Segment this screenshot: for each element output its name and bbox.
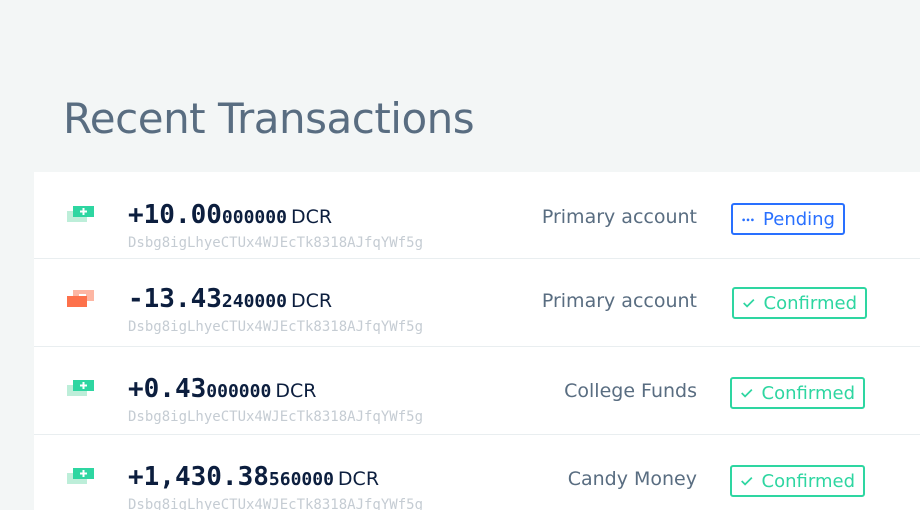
transaction-account: Primary account [541,206,697,228]
status-label: Confirmed [761,382,855,404]
transaction-row[interactable]: +1,430.38560000 DCR Dsbg8igLhyeCTUx4WJEcT… [34,434,920,510]
transaction-amount: +10.00000000 DCR [128,200,333,230]
sent-icon [67,290,94,307]
transaction-address: Dsbg8igLhyeCTUx4WJEcTk8318AJfqYWf5g [128,497,424,510]
received-icon [67,468,94,484]
received-icon [67,206,94,222]
transaction-address: Dsbg8igLhyeCTUx4WJEcTk8318AJfqYWf5g [128,235,424,251]
transaction-row[interactable]: -13.43240000 DCR Dsbg8igLhyeCTUx4WJEcTk83… [34,258,920,347]
checkmark-icon [741,477,753,486]
transaction-account: Primary account [541,290,697,312]
transaction-account: Candy Money [567,468,697,490]
status-label: Confirmed [761,470,855,492]
transaction-amount: +0.43000000 DCR [128,374,317,404]
transaction-amount: +1,430.38560000 DCR [128,462,380,492]
transaction-amount: -13.43240000 DCR [128,284,333,314]
transaction-address: Dsbg8igLhyeCTUx4WJEcTk8318AJfqYWf5g [128,319,424,335]
status-badge: Confirmed [730,465,865,497]
page-title: Recent Transactions [63,94,475,143]
status-label: Pending [763,208,835,230]
status-badge: Confirmed [730,377,865,409]
status-label: Confirmed [763,292,857,314]
transaction-address: Dsbg8igLhyeCTUx4WJEcTk8318AJfqYWf5g [128,409,424,425]
checkmark-icon [743,299,755,308]
status-badge: Confirmed [732,287,867,319]
ellipsis-icon [742,218,754,222]
transaction-account: College Funds [564,380,697,402]
transaction-row[interactable]: +10.00000000 DCR Dsbg8igLhyeCTUx4WJEcTk83… [34,172,920,259]
transaction-list: +10.00000000 DCR Dsbg8igLhyeCTUx4WJEcTk83… [34,172,920,510]
status-badge: Pending [731,203,845,235]
transaction-row[interactable]: +0.43000000 DCR Dsbg8igLhyeCTUx4WJEcTk831… [34,346,920,435]
checkmark-icon [741,389,753,398]
received-icon [67,380,94,396]
